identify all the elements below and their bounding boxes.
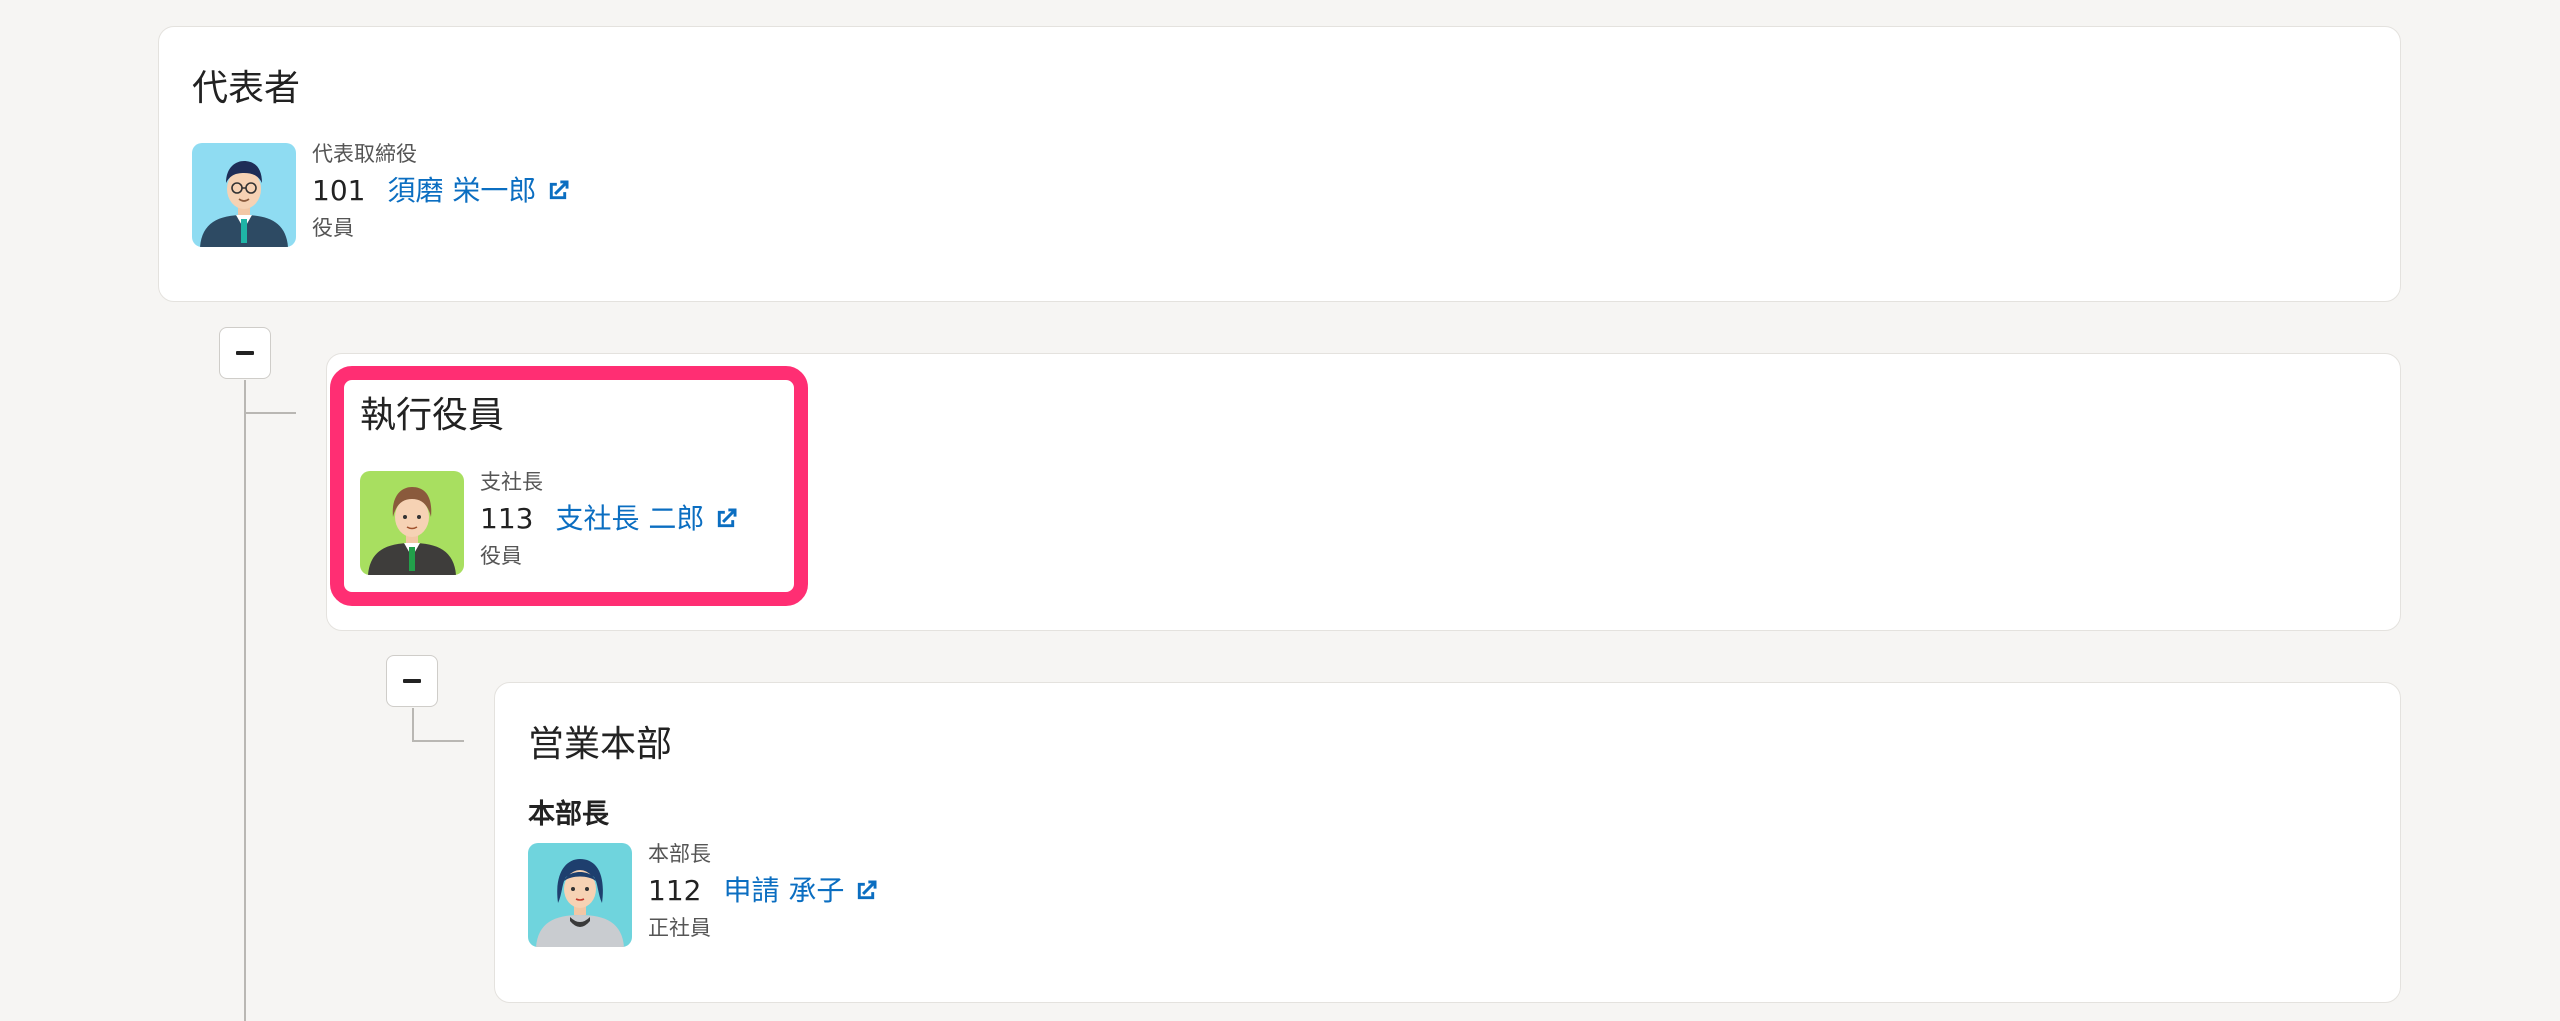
tree-connector-horizontal	[244, 412, 296, 414]
employment-type: 役員	[480, 544, 522, 568]
employment-type: 役員	[312, 216, 354, 240]
employee-number: 101	[312, 174, 366, 207]
external-link-icon	[544, 177, 572, 205]
card-title: 執行役員	[360, 395, 505, 436]
executive-card: 執行役員 支社長 113 支社長 二郎 役員	[326, 353, 2401, 631]
member-name-link[interactable]: 申請 承子	[723, 869, 880, 913]
employee-number: 112	[648, 874, 702, 907]
member-position: 本部長	[648, 842, 711, 866]
tree-connector-vertical	[244, 380, 246, 1021]
member-position: 代表取締役	[312, 142, 417, 166]
tree-connector-vertical	[412, 708, 414, 741]
card-title: 代表者	[192, 68, 301, 109]
avatar	[360, 471, 464, 575]
external-link-icon	[712, 505, 740, 533]
collapse-toggle-button[interactable]	[219, 327, 271, 379]
minus-icon	[236, 351, 254, 355]
collapse-toggle-button[interactable]	[386, 655, 438, 707]
card-title: 営業本部	[528, 724, 673, 765]
minus-icon	[403, 679, 421, 683]
section-label: 本部長	[528, 799, 609, 830]
employee-number: 113	[480, 502, 534, 535]
tree-connector-horizontal	[412, 740, 464, 742]
avatar	[192, 143, 296, 247]
avatar	[528, 843, 632, 947]
representative-card: 代表者 代表取締役 101 須磨 栄一郎 役員	[158, 26, 2401, 302]
member-name: 須磨 栄一郎	[387, 174, 537, 207]
member-name: 支社長 二郎	[555, 502, 705, 535]
member-name-link[interactable]: 支社長 二郎	[555, 497, 740, 541]
member-position: 支社長	[480, 470, 543, 494]
member-name: 申請 承子	[723, 874, 845, 907]
org-chart: 代表者 代表取締役 101 須磨 栄一郎 役員 執行役員 支社長 113 支社長…	[0, 0, 2560, 1021]
external-link-icon	[852, 877, 880, 905]
sales-hq-card: 営業本部 本部長 本部長 112 申請 承子 正社員	[494, 682, 2401, 1003]
member-name-link[interactable]: 須磨 栄一郎	[387, 169, 572, 213]
employment-type: 正社員	[648, 916, 711, 940]
